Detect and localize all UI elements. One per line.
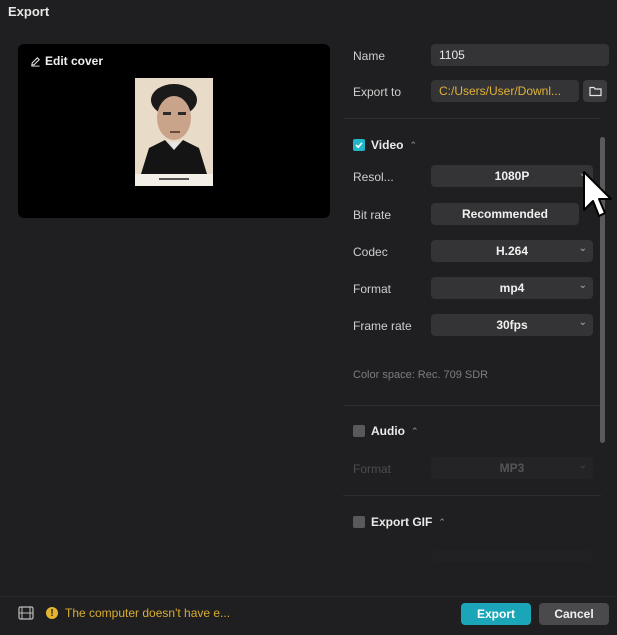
divider xyxy=(343,405,601,406)
collapse-caret-icon[interactable]: ⌃ xyxy=(411,426,419,437)
check-icon xyxy=(355,142,363,149)
export-button[interactable]: Export xyxy=(461,603,531,625)
bit-rate-select[interactable]: Recommended xyxy=(431,203,579,225)
audio-section-label: Audio xyxy=(371,424,405,438)
frame-rate-value: 30fps xyxy=(496,318,528,332)
video-section-header[interactable]: Video ⌃ xyxy=(353,138,417,152)
audio-format-select[interactable]: MP3 ⌄ xyxy=(431,457,593,479)
warning-icon: ! xyxy=(46,607,58,619)
name-label: Name xyxy=(353,49,386,63)
name-input[interactable]: 1105 xyxy=(431,44,609,66)
edit-cover-label: Edit cover xyxy=(45,54,104,68)
frame-rate-select[interactable]: 30fps ⌄ xyxy=(431,314,593,336)
bit-rate-value: Recommended xyxy=(461,207,549,221)
resolution-value: 1080P xyxy=(494,169,530,183)
format-value: mp4 xyxy=(499,281,525,295)
folder-icon xyxy=(588,86,602,97)
video-section-label: Video xyxy=(371,138,404,152)
export-to-label: Export to xyxy=(353,85,402,99)
browse-folder-button[interactable] xyxy=(583,80,607,102)
resolution-select[interactable]: 1080P ⌄ xyxy=(431,165,593,187)
video-checkbox[interactable] xyxy=(353,139,365,151)
audio-format-label: Format xyxy=(353,462,392,476)
color-space-info: Color space: Rec. 709 SDR xyxy=(353,369,489,381)
codec-select[interactable]: H.264 ⌄ xyxy=(431,240,593,262)
gif-section-label: Export GIF xyxy=(371,515,433,529)
format-select[interactable]: mp4 ⌄ xyxy=(431,277,593,299)
divider xyxy=(343,495,601,496)
gif-checkbox[interactable] xyxy=(353,516,365,528)
export-path-field[interactable]: C:/Users/User/Downl... xyxy=(431,80,579,102)
chevron-down-icon: ⌄ xyxy=(578,460,587,471)
chevron-down-icon: ⌄ xyxy=(578,280,587,291)
film-icon[interactable] xyxy=(18,606,34,620)
collapse-caret-icon[interactable]: ⌃ xyxy=(409,140,417,151)
edit-cover-button[interactable]: Edit cover xyxy=(30,54,103,68)
gif-section-header[interactable]: Export GIF ⌃ xyxy=(353,515,446,529)
format-label: Format xyxy=(353,282,392,296)
audio-section-header[interactable]: Audio ⌃ xyxy=(353,424,419,438)
gif-option-partial xyxy=(431,550,593,562)
portrait-image xyxy=(135,78,213,174)
frame-rate-label: Frame rate xyxy=(353,319,412,333)
mouse-cursor-icon xyxy=(583,171,612,217)
bit-rate-label: Bit rate xyxy=(353,208,392,222)
cover-thumbnail xyxy=(135,78,213,186)
cancel-button[interactable]: Cancel xyxy=(539,603,609,625)
warning-message: The computer doesn't have e... xyxy=(65,606,231,620)
chevron-down-icon: ⌄ xyxy=(578,243,587,254)
chevron-down-icon: ⌄ xyxy=(578,317,587,328)
codec-value: H.264 xyxy=(495,244,529,258)
divider xyxy=(343,118,601,119)
footer-divider xyxy=(0,596,617,597)
collapse-caret-icon[interactable]: ⌃ xyxy=(438,517,446,528)
codec-label: Codec xyxy=(353,245,388,259)
audio-checkbox[interactable] xyxy=(353,425,365,437)
cover-preview[interactable]: Edit cover xyxy=(18,44,330,218)
window-title: Export xyxy=(8,4,50,19)
audio-format-value: MP3 xyxy=(499,461,525,475)
pencil-icon xyxy=(31,56,40,67)
resolution-label: Resol... xyxy=(353,170,394,184)
